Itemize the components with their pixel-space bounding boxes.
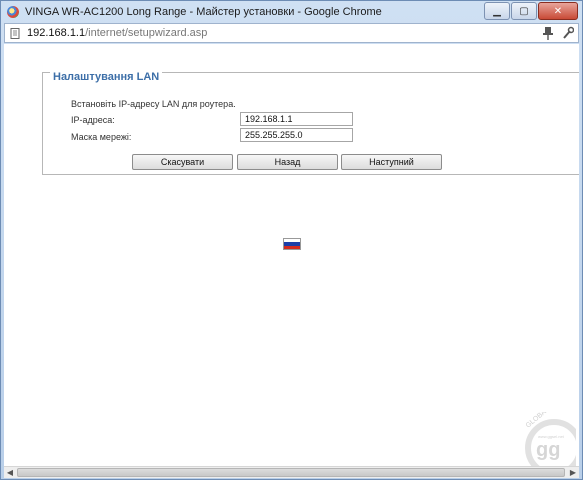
cancel-button[interactable]: Скасувати xyxy=(132,154,233,170)
russian-flag-icon[interactable] xyxy=(283,238,301,250)
back-button[interactable]: Назад xyxy=(237,154,338,170)
title-bar[interactable]: VINGA WR-AC1200 Long Range - Майстер уст… xyxy=(1,1,582,23)
address-tools xyxy=(542,26,574,40)
url-host: 192.168.1.1 xyxy=(27,27,86,39)
chrome-icon xyxy=(7,6,19,18)
scroll-left-icon[interactable]: ◀ xyxy=(4,467,16,478)
watermark-site: www.ggsel.net xyxy=(538,434,565,439)
watermark-logo: GLOBAL gg www.ggsel.net xyxy=(525,412,576,466)
window-controls: ▁ ▢ ✕ xyxy=(483,2,578,20)
scroll-right-icon[interactable]: ▶ xyxy=(567,467,579,478)
maximize-button[interactable]: ▢ xyxy=(511,2,537,20)
subnet-mask-input[interactable]: 255.255.255.0 xyxy=(240,128,353,142)
ip-address-label: IP-адреса: xyxy=(71,115,115,125)
url-path: /internet/setupwizard.asp xyxy=(85,27,208,39)
page-icon xyxy=(10,27,20,39)
minimize-button[interactable]: ▁ xyxy=(484,2,510,20)
subnet-mask-label: Маска мережі: xyxy=(71,132,132,142)
address-bar[interactable]: 192.168.1.1/internet/setupwizard.asp xyxy=(4,23,579,43)
scrollbar-thumb[interactable] xyxy=(17,468,565,477)
flag-stripe-red xyxy=(284,245,300,249)
watermark-logo-text: gg xyxy=(536,439,560,461)
page-content: Налаштування LAN Встановіть IP-адресу LA… xyxy=(4,44,579,466)
horizontal-scrollbar[interactable]: ◀ ▶ xyxy=(4,466,579,478)
pin-icon[interactable] xyxy=(542,26,554,40)
next-button[interactable]: Наступний xyxy=(341,154,442,170)
lan-settings-title: Налаштування LAN xyxy=(50,71,163,83)
url-text[interactable]: 192.168.1.1/internet/setupwizard.asp xyxy=(27,27,207,39)
lan-instruction: Встановіть IP-адресу LAN для роутера. xyxy=(71,99,236,109)
browser-window: VINGA WR-AC1200 Long Range - Майстер уст… xyxy=(0,0,583,480)
wrench-icon[interactable] xyxy=(562,26,574,40)
close-button[interactable]: ✕ xyxy=(538,2,578,20)
window-title: VINGA WR-AC1200 Long Range - Майстер уст… xyxy=(25,6,382,18)
ip-address-input[interactable]: 192.168.1.1 xyxy=(240,112,353,126)
